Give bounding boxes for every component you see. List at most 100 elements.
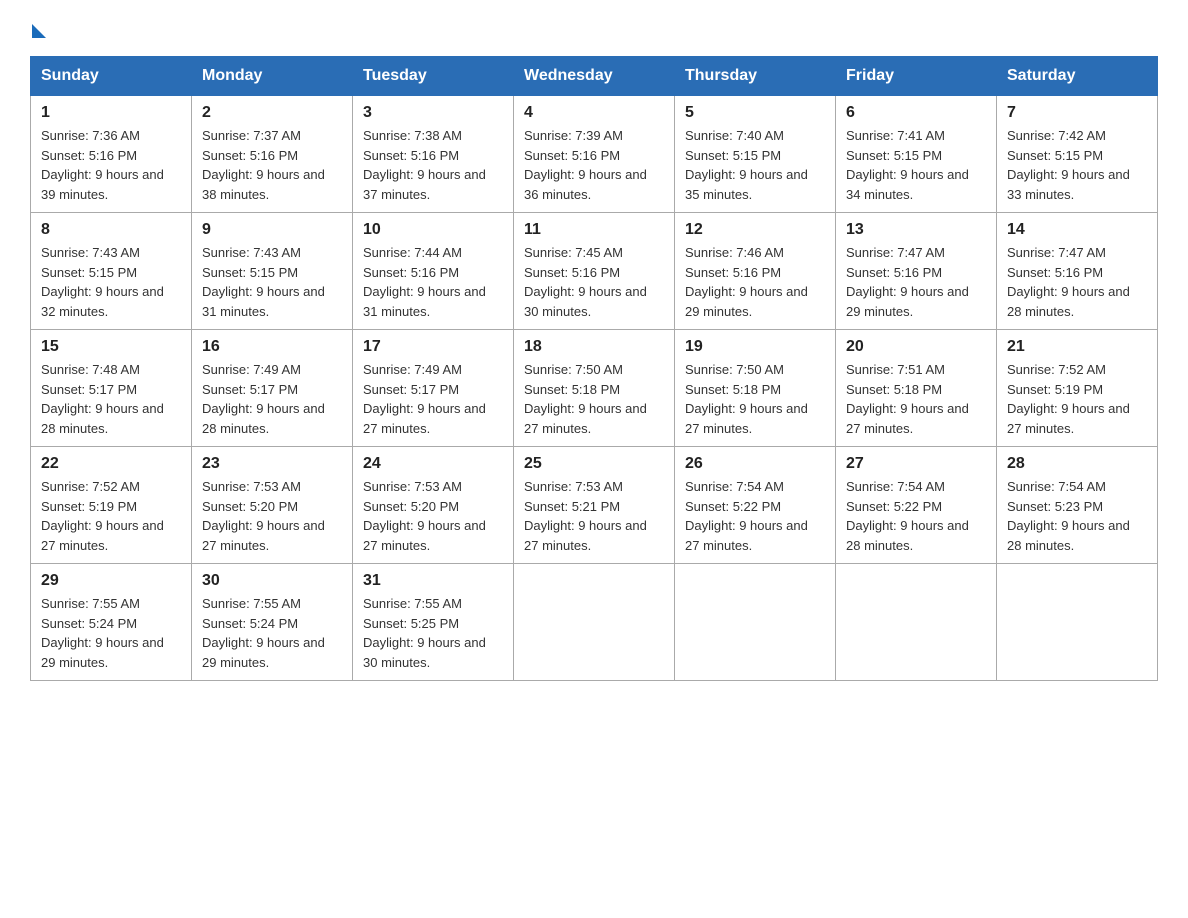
- calendar-day: 17 Sunrise: 7:49 AMSunset: 5:17 PMDaylig…: [353, 330, 514, 447]
- day-info: Sunrise: 7:51 AMSunset: 5:18 PMDaylight:…: [846, 362, 969, 436]
- day-header-thursday: Thursday: [675, 57, 836, 96]
- day-number: 1: [41, 104, 181, 122]
- day-info: Sunrise: 7:36 AMSunset: 5:16 PMDaylight:…: [41, 128, 164, 202]
- calendar-day: 21 Sunrise: 7:52 AMSunset: 5:19 PMDaylig…: [997, 330, 1158, 447]
- day-info: Sunrise: 7:55 AMSunset: 5:24 PMDaylight:…: [202, 596, 325, 670]
- day-info: Sunrise: 7:53 AMSunset: 5:20 PMDaylight:…: [363, 479, 486, 553]
- day-number: 11: [524, 221, 664, 239]
- empty-cell: [836, 564, 997, 681]
- day-number: 28: [1007, 455, 1147, 473]
- day-number: 19: [685, 338, 825, 356]
- day-number: 23: [202, 455, 342, 473]
- day-number: 2: [202, 104, 342, 122]
- day-header-tuesday: Tuesday: [353, 57, 514, 96]
- day-number: 20: [846, 338, 986, 356]
- calendar-day: 3 Sunrise: 7:38 AMSunset: 5:16 PMDayligh…: [353, 96, 514, 213]
- day-number: 6: [846, 104, 986, 122]
- calendar-day: 20 Sunrise: 7:51 AMSunset: 5:18 PMDaylig…: [836, 330, 997, 447]
- calendar-day: 11 Sunrise: 7:45 AMSunset: 5:16 PMDaylig…: [514, 213, 675, 330]
- day-info: Sunrise: 7:53 AMSunset: 5:20 PMDaylight:…: [202, 479, 325, 553]
- day-number: 25: [524, 455, 664, 473]
- calendar-day: 28 Sunrise: 7:54 AMSunset: 5:23 PMDaylig…: [997, 447, 1158, 564]
- day-info: Sunrise: 7:39 AMSunset: 5:16 PMDaylight:…: [524, 128, 647, 202]
- day-info: Sunrise: 7:52 AMSunset: 5:19 PMDaylight:…: [1007, 362, 1130, 436]
- logo: [30, 20, 46, 38]
- day-number: 8: [41, 221, 181, 239]
- day-info: Sunrise: 7:50 AMSunset: 5:18 PMDaylight:…: [685, 362, 808, 436]
- day-info: Sunrise: 7:53 AMSunset: 5:21 PMDaylight:…: [524, 479, 647, 553]
- day-number: 30: [202, 572, 342, 590]
- day-number: 7: [1007, 104, 1147, 122]
- day-number: 18: [524, 338, 664, 356]
- calendar-week-row: 15 Sunrise: 7:48 AMSunset: 5:17 PMDaylig…: [31, 330, 1158, 447]
- calendar-day: 31 Sunrise: 7:55 AMSunset: 5:25 PMDaylig…: [353, 564, 514, 681]
- calendar-day: 19 Sunrise: 7:50 AMSunset: 5:18 PMDaylig…: [675, 330, 836, 447]
- day-info: Sunrise: 7:47 AMSunset: 5:16 PMDaylight:…: [1007, 245, 1130, 319]
- calendar-day: 16 Sunrise: 7:49 AMSunset: 5:17 PMDaylig…: [192, 330, 353, 447]
- empty-cell: [675, 564, 836, 681]
- day-number: 24: [363, 455, 503, 473]
- day-number: 4: [524, 104, 664, 122]
- calendar-week-row: 22 Sunrise: 7:52 AMSunset: 5:19 PMDaylig…: [31, 447, 1158, 564]
- day-info: Sunrise: 7:54 AMSunset: 5:22 PMDaylight:…: [846, 479, 969, 553]
- empty-cell: [997, 564, 1158, 681]
- day-info: Sunrise: 7:45 AMSunset: 5:16 PMDaylight:…: [524, 245, 647, 319]
- day-info: Sunrise: 7:41 AMSunset: 5:15 PMDaylight:…: [846, 128, 969, 202]
- calendar-day: 26 Sunrise: 7:54 AMSunset: 5:22 PMDaylig…: [675, 447, 836, 564]
- day-info: Sunrise: 7:55 AMSunset: 5:25 PMDaylight:…: [363, 596, 486, 670]
- calendar-week-row: 8 Sunrise: 7:43 AMSunset: 5:15 PMDayligh…: [31, 213, 1158, 330]
- calendar-day: 10 Sunrise: 7:44 AMSunset: 5:16 PMDaylig…: [353, 213, 514, 330]
- day-info: Sunrise: 7:47 AMSunset: 5:16 PMDaylight:…: [846, 245, 969, 319]
- calendar-day: 23 Sunrise: 7:53 AMSunset: 5:20 PMDaylig…: [192, 447, 353, 564]
- empty-cell: [514, 564, 675, 681]
- day-header-monday: Monday: [192, 57, 353, 96]
- day-number: 12: [685, 221, 825, 239]
- day-header-friday: Friday: [836, 57, 997, 96]
- calendar-day: 18 Sunrise: 7:50 AMSunset: 5:18 PMDaylig…: [514, 330, 675, 447]
- calendar-day: 5 Sunrise: 7:40 AMSunset: 5:15 PMDayligh…: [675, 96, 836, 213]
- day-number: 14: [1007, 221, 1147, 239]
- calendar-day: 27 Sunrise: 7:54 AMSunset: 5:22 PMDaylig…: [836, 447, 997, 564]
- calendar-day: 4 Sunrise: 7:39 AMSunset: 5:16 PMDayligh…: [514, 96, 675, 213]
- calendar-day: 12 Sunrise: 7:46 AMSunset: 5:16 PMDaylig…: [675, 213, 836, 330]
- day-number: 31: [363, 572, 503, 590]
- calendar-day: 1 Sunrise: 7:36 AMSunset: 5:16 PMDayligh…: [31, 96, 192, 213]
- day-number: 22: [41, 455, 181, 473]
- page-header: [30, 20, 1158, 38]
- day-header-sunday: Sunday: [31, 57, 192, 96]
- day-info: Sunrise: 7:38 AMSunset: 5:16 PMDaylight:…: [363, 128, 486, 202]
- calendar-day: 9 Sunrise: 7:43 AMSunset: 5:15 PMDayligh…: [192, 213, 353, 330]
- day-info: Sunrise: 7:44 AMSunset: 5:16 PMDaylight:…: [363, 245, 486, 319]
- calendar-day: 24 Sunrise: 7:53 AMSunset: 5:20 PMDaylig…: [353, 447, 514, 564]
- calendar-day: 2 Sunrise: 7:37 AMSunset: 5:16 PMDayligh…: [192, 96, 353, 213]
- calendar-day: 22 Sunrise: 7:52 AMSunset: 5:19 PMDaylig…: [31, 447, 192, 564]
- day-info: Sunrise: 7:48 AMSunset: 5:17 PMDaylight:…: [41, 362, 164, 436]
- calendar-week-row: 29 Sunrise: 7:55 AMSunset: 5:24 PMDaylig…: [31, 564, 1158, 681]
- calendar-day: 13 Sunrise: 7:47 AMSunset: 5:16 PMDaylig…: [836, 213, 997, 330]
- calendar-day: 7 Sunrise: 7:42 AMSunset: 5:15 PMDayligh…: [997, 96, 1158, 213]
- calendar-day: 14 Sunrise: 7:47 AMSunset: 5:16 PMDaylig…: [997, 213, 1158, 330]
- day-info: Sunrise: 7:52 AMSunset: 5:19 PMDaylight:…: [41, 479, 164, 553]
- day-info: Sunrise: 7:46 AMSunset: 5:16 PMDaylight:…: [685, 245, 808, 319]
- calendar-day: 6 Sunrise: 7:41 AMSunset: 5:15 PMDayligh…: [836, 96, 997, 213]
- calendar-header-row: SundayMondayTuesdayWednesdayThursdayFrid…: [31, 57, 1158, 96]
- day-number: 17: [363, 338, 503, 356]
- day-number: 16: [202, 338, 342, 356]
- day-number: 5: [685, 104, 825, 122]
- day-info: Sunrise: 7:55 AMSunset: 5:24 PMDaylight:…: [41, 596, 164, 670]
- day-number: 3: [363, 104, 503, 122]
- day-info: Sunrise: 7:54 AMSunset: 5:23 PMDaylight:…: [1007, 479, 1130, 553]
- day-info: Sunrise: 7:49 AMSunset: 5:17 PMDaylight:…: [363, 362, 486, 436]
- day-number: 10: [363, 221, 503, 239]
- day-number: 27: [846, 455, 986, 473]
- day-number: 29: [41, 572, 181, 590]
- day-header-wednesday: Wednesday: [514, 57, 675, 96]
- calendar-day: 29 Sunrise: 7:55 AMSunset: 5:24 PMDaylig…: [31, 564, 192, 681]
- day-number: 26: [685, 455, 825, 473]
- logo-triangle-icon: [32, 24, 46, 38]
- calendar-week-row: 1 Sunrise: 7:36 AMSunset: 5:16 PMDayligh…: [31, 96, 1158, 213]
- day-info: Sunrise: 7:40 AMSunset: 5:15 PMDaylight:…: [685, 128, 808, 202]
- calendar-day: 8 Sunrise: 7:43 AMSunset: 5:15 PMDayligh…: [31, 213, 192, 330]
- day-info: Sunrise: 7:54 AMSunset: 5:22 PMDaylight:…: [685, 479, 808, 553]
- day-info: Sunrise: 7:49 AMSunset: 5:17 PMDaylight:…: [202, 362, 325, 436]
